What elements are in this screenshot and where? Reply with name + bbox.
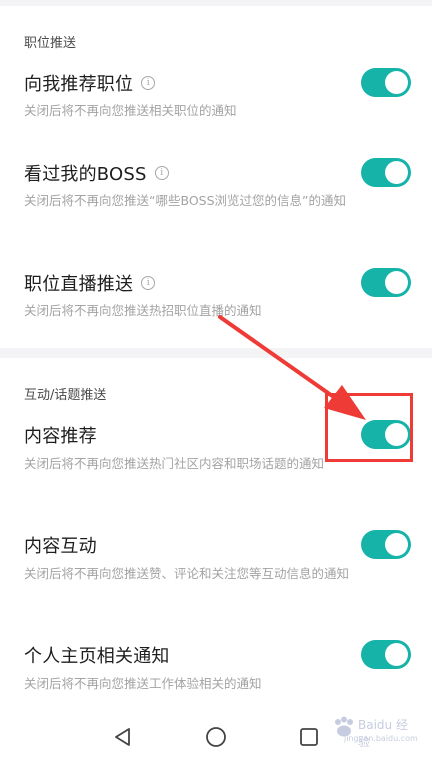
back-button[interactable] <box>110 724 136 750</box>
toggle-knob <box>385 533 408 556</box>
toggle-knob <box>385 161 408 184</box>
setting-title: 个人主页相关通知 <box>24 646 170 667</box>
section-title-job-push: 职位推送 <box>24 36 77 51</box>
home-button[interactable] <box>203 724 229 750</box>
setting-description: 关闭后将不再向您推送赞、评论和关注您等互动信息的通知 <box>24 566 350 581</box>
setting-viewed-boss: 看过我的BOSS i 关闭后将不再向您推送“哪些BOSS浏览过您的信息”的通知 <box>0 150 432 250</box>
setting-description: 关闭后将不再向您推送工作体验相关的通知 <box>24 676 262 691</box>
info-icon[interactable]: i <box>141 276 156 290</box>
setting-description: 关闭后将不再向您推送“哪些BOSS浏览过您的信息”的通知 <box>24 193 347 208</box>
watermark-text: Baidu 经验 <box>358 718 408 749</box>
info-icon[interactable]: i <box>141 76 156 90</box>
watermark-subtext: jingyan.baidu.com <box>344 734 418 743</box>
profile-notifications-toggle[interactable] <box>361 640 411 669</box>
toggle-knob <box>385 71 408 94</box>
annotation-highlight-box <box>325 393 413 462</box>
top-divider <box>0 0 432 6</box>
circle-home-icon <box>206 727 226 747</box>
square-recents-icon <box>300 728 318 746</box>
setting-title: 看过我的BOSS <box>24 164 147 185</box>
baidu-jingyan-watermark: Baidu 经验 jingyan.baidu.com <box>330 716 418 749</box>
setting-content-interaction: 内容互动 关闭后将不再向您推送赞、评论和关注您等互动信息的通知 <box>0 522 432 622</box>
setting-title: 内容互动 <box>24 536 97 557</box>
content-interaction-toggle[interactable] <box>361 530 411 559</box>
recommend-jobs-toggle[interactable] <box>361 68 411 97</box>
toggle-knob <box>385 643 408 666</box>
triangle-back-icon <box>115 728 130 746</box>
setting-recommend-jobs: 向我推荐职位 i 关闭后将不再向您推送相关职位的通知 <box>0 60 432 150</box>
setting-description: 关闭后将不再向您推送相关职位的通知 <box>24 103 237 118</box>
viewed-boss-toggle[interactable] <box>361 158 411 187</box>
setting-live-push: 职位直播推送 i 关闭后将不再向您推送热招职位直播的通知 <box>0 260 432 340</box>
recents-button[interactable] <box>296 724 322 750</box>
setting-profile-notifications: 个人主页相关通知 关闭后将不再向您推送工作体验相关的通知 <box>0 632 432 700</box>
setting-title: 内容推荐 <box>24 426 97 447</box>
section-title-interaction-push: 互动/话题推送 <box>24 388 107 403</box>
setting-description: 关闭后将不再向您推送热门社区内容和职场话题的通知 <box>24 456 325 471</box>
setting-title: 职位直播推送 <box>24 274 134 295</box>
setting-description: 关闭后将不再向您推送热招职位直播的通知 <box>24 303 262 318</box>
setting-title: 向我推荐职位 <box>24 74 134 95</box>
section-divider <box>0 348 432 358</box>
toggle-knob <box>385 271 408 294</box>
info-icon[interactable]: i <box>154 166 169 180</box>
live-push-toggle[interactable] <box>361 268 411 297</box>
